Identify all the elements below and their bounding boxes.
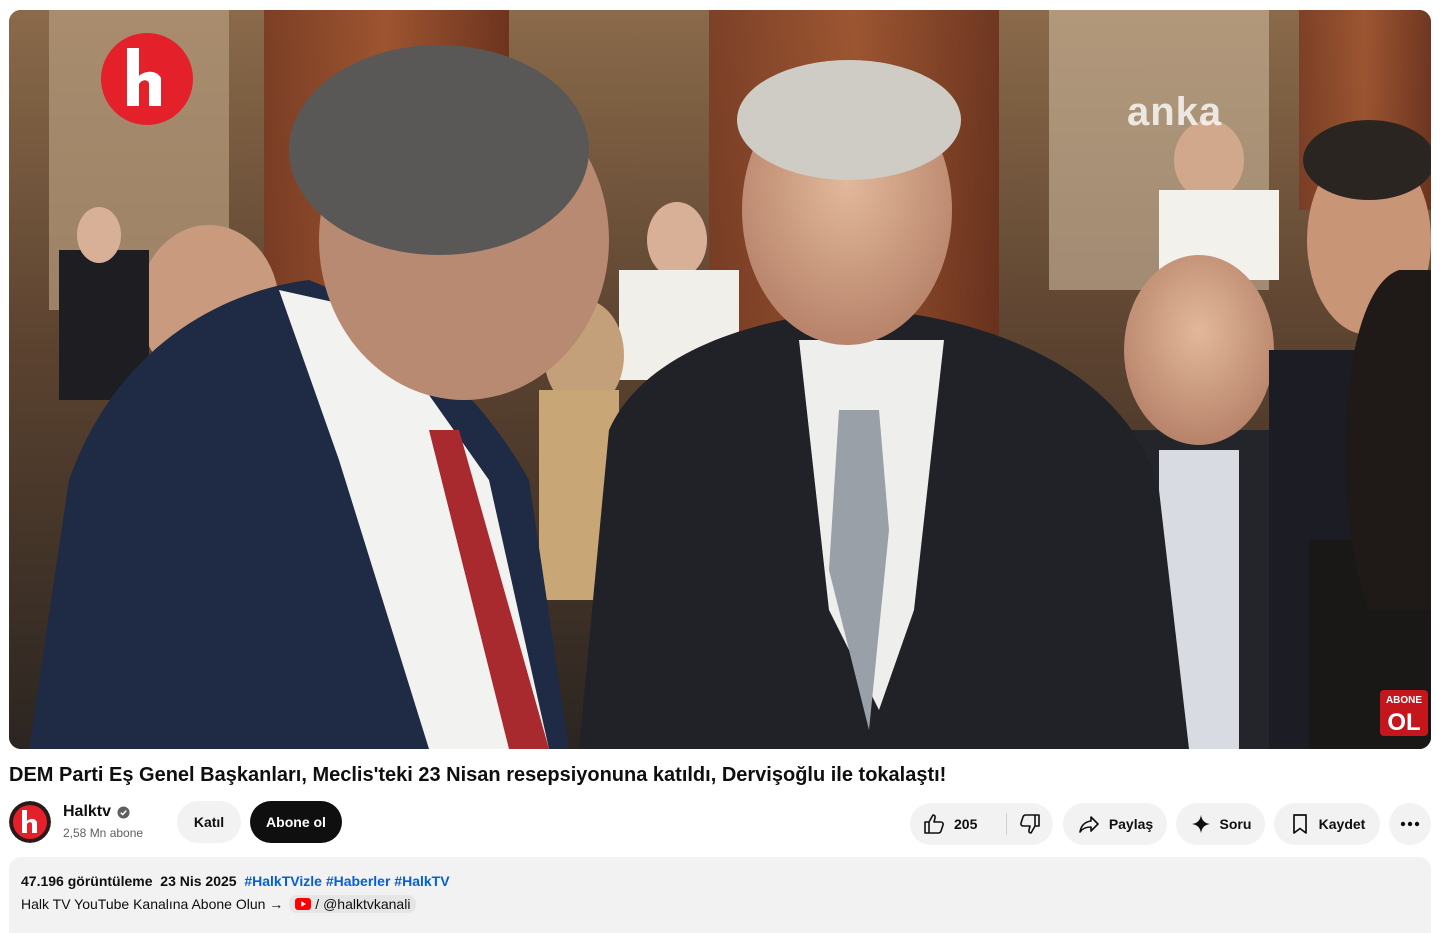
channel-avatar[interactable] <box>9 801 51 843</box>
like-button[interactable]: 205 <box>910 803 1006 845</box>
share-button[interactable]: Paylaş <box>1063 803 1167 845</box>
join-label: Katıl <box>193 814 225 830</box>
video-title: DEM Parti Eş Genel Başkanları, Meclis'te… <box>9 764 947 786</box>
hashtag[interactable]: #Haberler <box>326 873 391 889</box>
bookmark-icon <box>1292 814 1307 834</box>
description-text: Halk TV YouTube Kanalına Abone Olun → <box>21 896 284 912</box>
view-count: 47.196 görüntüleme <box>21 873 153 889</box>
subscribe-label: Abone ol <box>266 814 326 830</box>
share-label: Paylaş <box>1108 816 1154 832</box>
badge-top-text: ABONE <box>1386 695 1422 706</box>
upload-date: 23 Nis 2025 <box>160 873 237 889</box>
ask-label: Soru <box>1219 816 1252 832</box>
subscribe-badge-icon[interactable]: ABONE OL <box>1380 690 1428 736</box>
like-count: 205 <box>954 816 978 832</box>
save-label: Kaydet <box>1318 816 1366 832</box>
ask-button[interactable]: Soru <box>1176 803 1265 845</box>
channel-link-text: / @halktvkanali <box>315 896 411 912</box>
description-meta: 47.196 görüntüleme 23 Nis 2025 #HalkTViz… <box>21 873 450 889</box>
save-button[interactable]: Kaydet <box>1274 803 1380 845</box>
channel-name[interactable]: Halktv <box>63 803 111 821</box>
like-dislike-group: 205 <box>910 803 1053 845</box>
more-actions-button[interactable] <box>1389 803 1431 845</box>
hashtag[interactable]: #HalkTV <box>394 873 449 889</box>
halktv-logo <box>101 33 193 125</box>
description-box[interactable]: 47.196 görüntüleme 23 Nis 2025 #HalkTViz… <box>9 857 1431 933</box>
channel-link[interactable]: / @halktvkanali <box>289 895 417 913</box>
hashtag[interactable]: #HalkTVizle <box>244 873 322 889</box>
agency-watermark: anka <box>1127 90 1223 134</box>
share-icon <box>1079 816 1099 833</box>
like-icon <box>924 814 944 834</box>
verified-icon <box>117 806 130 819</box>
dislike-button[interactable] <box>1007 803 1053 845</box>
video-player[interactable]: anka ABONE OL <box>9 10 1431 749</box>
youtube-icon <box>295 898 312 910</box>
subscriber-count: 2,58 Mn abone <box>63 826 144 840</box>
sparkle-icon <box>1191 814 1210 834</box>
join-button[interactable]: Katıl <box>177 801 241 843</box>
subscribe-button[interactable]: Abone ol <box>250 801 342 843</box>
more-icon <box>1400 821 1420 827</box>
dislike-icon <box>1020 814 1040 834</box>
badge-bottom-text: OL <box>1387 709 1420 736</box>
description-text-line: Halk TV YouTube Kanalına Abone Olun → / … <box>21 895 417 913</box>
